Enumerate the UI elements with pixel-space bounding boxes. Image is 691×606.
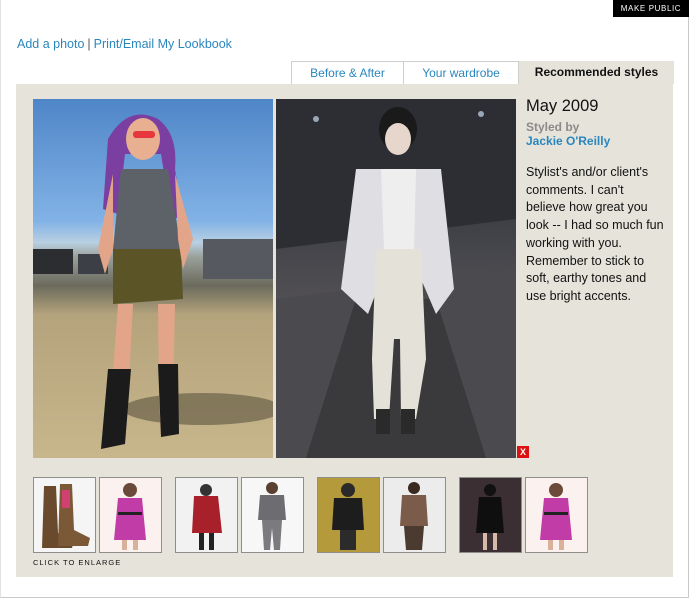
thumbnail-gray-suit[interactable] — [241, 477, 304, 553]
stylist-comment: Stylist's and/or client's comments. I ca… — [526, 165, 664, 303]
thumbnail-brown-outfit[interactable] — [383, 477, 446, 553]
pink-dress-image — [114, 483, 146, 550]
styled-by-label: Styled by — [526, 120, 580, 134]
pink-dress-image — [540, 483, 572, 550]
thumbnail-black-dress[interactable] — [459, 477, 522, 553]
stylist-name-link[interactable]: Jackie O'Reilly — [526, 134, 666, 148]
runway-photo-illustration — [276, 99, 516, 458]
tab-before-after[interactable]: Before & After — [291, 61, 404, 84]
tab-recommended-styles[interactable]: Recommended styles — [519, 61, 674, 84]
thumbnail-red-dress[interactable] — [175, 477, 238, 553]
thumbnail-pink-dress-2[interactable] — [525, 477, 588, 553]
boots-image — [42, 484, 90, 548]
lookbook-links: Add a photo | Print/Email My Lookbook — [17, 37, 232, 51]
look-details: May 2009 Styled by Jackie O'Reilly Styli… — [526, 97, 666, 306]
client-photo-illustration — [33, 114, 273, 449]
black-jacket-image — [332, 483, 364, 550]
link-separator: | — [87, 37, 91, 51]
recommended-style-photo[interactable] — [276, 99, 516, 458]
thumbnail-boots[interactable] — [33, 477, 96, 553]
tab-your-wardrobe[interactable]: Your wardrobe — [404, 61, 519, 84]
thumbnail-black-jacket[interactable] — [317, 477, 380, 553]
red-dress-image — [192, 484, 222, 550]
black-dress-image — [476, 484, 504, 550]
click-to-enlarge-caption: CLICK TO ENLARGE — [33, 558, 122, 567]
gray-suit-image — [258, 482, 286, 550]
remove-look-button[interactable]: X — [517, 446, 529, 458]
print-email-lookbook-link[interactable]: Print/Email My Lookbook — [94, 37, 232, 51]
thumbnail-pink-dress[interactable] — [99, 477, 162, 553]
client-photo[interactable] — [33, 99, 273, 458]
add-photo-link[interactable]: Add a photo — [17, 37, 84, 51]
lookbook-tabs: Before & After Your wardrobe Recommended… — [291, 61, 674, 84]
make-public-button[interactable]: MAKE PUBLIC — [613, 0, 689, 17]
brown-outfit-image — [400, 482, 428, 550]
look-date: May 2009 — [526, 97, 599, 115]
